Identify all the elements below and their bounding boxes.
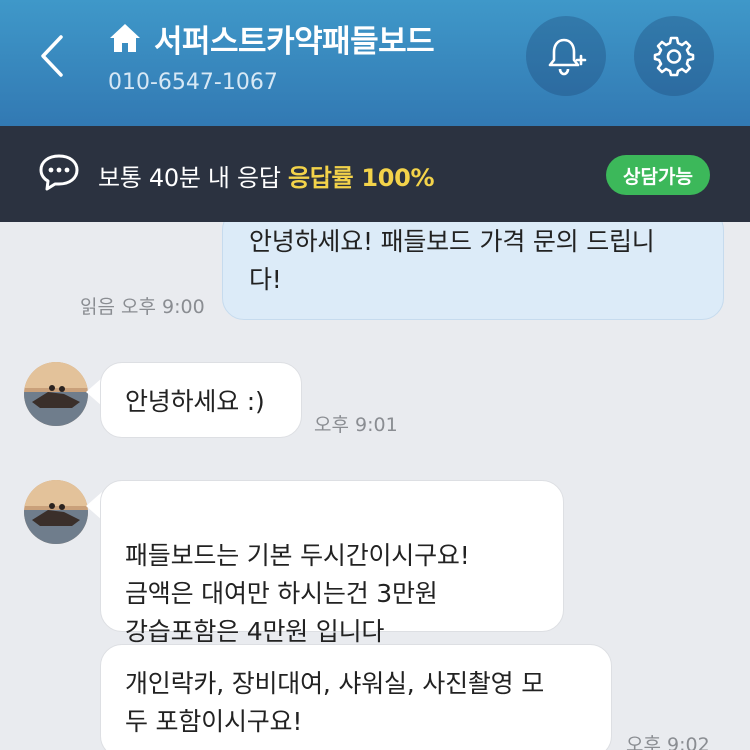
gear-icon	[653, 36, 695, 77]
message-bubble-out[interactable]: 안녕하세요! 패들보드 가격 문의 드립니 다!	[222, 222, 724, 320]
response-time-text: 보통 40분 내 응답 응답률 100%	[98, 158, 435, 193]
message-bubble-in[interactable]: 안녕하세요 :)	[100, 362, 302, 438]
read-receipt: 읽음	[80, 296, 115, 318]
message-time: 오후 9:01	[314, 414, 398, 436]
notification-add-button[interactable]	[526, 16, 606, 96]
response-status-bar: 보통 40분 내 응답 응답률 100% 상담가능	[0, 126, 750, 222]
avatar[interactable]	[24, 362, 88, 426]
chevron-left-icon	[41, 35, 63, 77]
title-row: 서퍼스트카약패들보드	[108, 14, 435, 62]
message-bubble-in[interactable]: 패들보드는 기본 두시간이시구요! 금액은 대여만 하시는건 3만원 강습포함은…	[100, 480, 564, 750]
message-time: 오후 9:02	[626, 734, 710, 750]
chat-header: 서퍼스트카약패들보드 010-6547-1067	[0, 0, 750, 126]
home-icon	[108, 20, 144, 56]
settings-button[interactable]	[634, 16, 714, 96]
bell-plus-icon	[548, 38, 587, 76]
message-meta: 읽음 오후 9:00	[80, 292, 205, 319]
response-time-label: 보통 40분 내 응답	[98, 164, 281, 192]
message-bubble-in[interactable]: 개인락카, 장비대여, 샤워실, 사진촬영 모 두 포함이시구요!	[100, 644, 612, 750]
chat-bubble-icon	[39, 154, 79, 191]
chat-messages[interactable]: 안녕하세요! 패들보드 가격 문의 드립니 다! 읽음 오후 9:00 안녕하세…	[0, 222, 750, 750]
phone-number[interactable]: 010-6547-1067	[108, 70, 278, 95]
page-title: 서퍼스트카약패들보드	[154, 23, 435, 60]
message-text: 패들보드는 기본 두시간이시구요! 금액은 대여만 하시는건 3만원 강습포함은…	[125, 541, 470, 646]
message-time: 오후 9:00	[121, 296, 205, 318]
response-rate: 응답률 100%	[287, 164, 435, 192]
consult-available-badge[interactable]: 상담가능	[606, 155, 710, 195]
avatar[interactable]	[24, 480, 88, 544]
back-button[interactable]	[26, 26, 78, 86]
